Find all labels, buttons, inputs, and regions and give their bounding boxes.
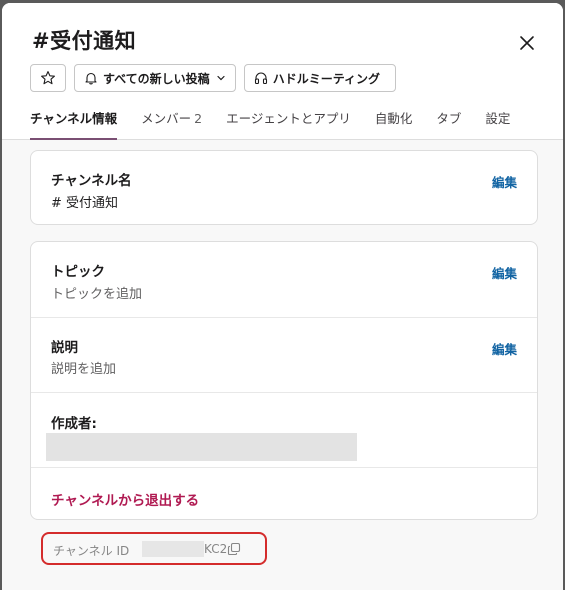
channel-id-highlight: チャンネル ID KC2 xyxy=(41,532,267,565)
tab-automation[interactable]: 自動化 xyxy=(375,107,413,140)
description-value: 説明を追加 xyxy=(51,362,117,377)
tab-channel-info[interactable]: チャンネル情報 xyxy=(30,107,118,140)
huddle-button[interactable]: ハドルミーティング xyxy=(243,64,396,92)
notification-settings-button[interactable]: すべての新しい投稿 xyxy=(74,64,236,92)
channel-details-modal: #受付通知 すべての新しい投稿 ハドルミーティング チャンネル情報 メンバー 2… xyxy=(2,3,563,590)
tab-label: エージェントとアプリ xyxy=(226,111,351,126)
notification-settings-label: すべての新しい投稿 xyxy=(103,71,210,86)
tab-label: 設定 xyxy=(485,111,511,126)
tab-members[interactable]: メンバー 2 xyxy=(141,107,202,140)
channel-name-card[interactable]: チャンネル名 # 受付通知 編集 xyxy=(30,150,538,225)
bell-icon xyxy=(85,72,97,85)
tab-label: 自動化 xyxy=(374,111,413,126)
channel-action-row: すべての新しい投稿 ハドルミーティング xyxy=(30,64,396,92)
modal-header: #受付通知 すべての新しい投稿 ハドルミーティング チャンネル情報 メンバー 2… xyxy=(2,3,563,140)
member-count: 2 xyxy=(194,111,203,126)
copy-icon[interactable] xyxy=(227,542,241,556)
channel-details-card: トピック トピックを追加 編集 説明 説明を追加 編集 作成者: チャンネルから… xyxy=(30,241,538,520)
tab-label: チャンネル情報 xyxy=(30,111,118,126)
topic-title: トピック xyxy=(51,264,105,280)
channel-title: #受付通知 xyxy=(32,29,137,53)
channel-name-value: # 受付通知 xyxy=(51,196,119,211)
channel-name-row[interactable]: チャンネル名 # 受付通知 編集 xyxy=(31,151,537,224)
headphones-icon xyxy=(254,72,267,85)
star-button[interactable] xyxy=(30,64,66,92)
topic-row[interactable]: トピック トピックを追加 編集 xyxy=(31,242,537,318)
leave-row: チャンネルから退出する xyxy=(31,468,537,519)
leave-channel-link[interactable]: チャンネルから退出する xyxy=(51,489,199,509)
channel-name-title: チャンネル名 xyxy=(51,173,132,189)
description-title: 説明 xyxy=(51,340,78,356)
channel-id-redacted xyxy=(142,541,204,557)
channel-id-label: チャンネル ID xyxy=(53,544,130,558)
tab-bar: チャンネル情報 メンバー 2 エージェントとアプリ 自動化 タブ 設定 xyxy=(30,107,534,140)
creator-row: 作成者: xyxy=(31,393,537,468)
close-icon xyxy=(520,36,534,50)
star-icon xyxy=(41,71,55,85)
chevron-down-icon xyxy=(217,75,225,81)
tab-agents-apps[interactable]: エージェントとアプリ xyxy=(226,107,351,140)
close-button[interactable] xyxy=(511,27,543,59)
tab-tabs[interactable]: タブ xyxy=(436,107,461,140)
creator-title: 作成者: xyxy=(51,416,97,432)
tab-settings[interactable]: 設定 xyxy=(485,107,510,140)
tab-label: メンバー xyxy=(141,111,192,126)
huddle-label: ハドルミーティング xyxy=(272,71,380,86)
topic-value: トピックを追加 xyxy=(51,287,143,302)
tab-label: タブ xyxy=(436,111,462,126)
channel-id-suffix: KC2 xyxy=(204,542,228,556)
edit-topic-link[interactable]: 編集 xyxy=(492,263,517,282)
creator-redacted xyxy=(46,433,357,461)
description-row[interactable]: 説明 説明を追加 編集 xyxy=(31,318,537,393)
edit-channel-name-link[interactable]: 編集 xyxy=(492,172,517,191)
edit-description-link[interactable]: 編集 xyxy=(492,339,517,358)
